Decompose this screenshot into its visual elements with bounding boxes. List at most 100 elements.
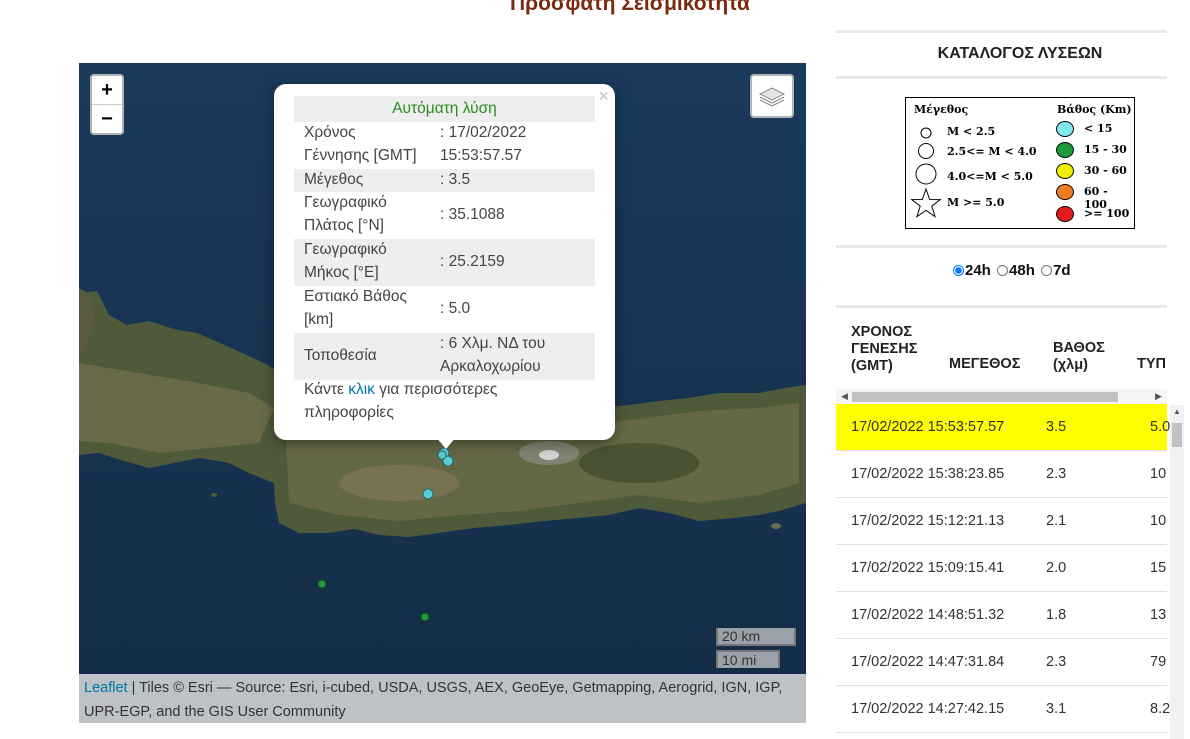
legend-magnitude-label: M >= 5.0 <box>947 196 1005 209</box>
event-popup: × Αυτόματη λύση Χρόνος Γέννησης [GMT] : 1… <box>274 84 615 440</box>
table-row[interactable]: 17/02/2022 14:47:31.84 2.3 79 <box>836 639 1167 686</box>
popup-value: Αρκαλοχωρίου <box>440 357 541 375</box>
radio-7d[interactable] <box>1041 265 1053 276</box>
popup-close-button[interactable]: × <box>598 86 609 107</box>
vertical-scrollbar[interactable]: ▲ <box>1170 405 1184 739</box>
legend-depth-dot <box>1056 163 1074 179</box>
scrollbar-thumb[interactable] <box>852 392 1118 402</box>
popup-key: Χρόνος <box>304 124 356 141</box>
cell-depth: 10 <box>1150 466 1167 482</box>
radio-48h[interactable] <box>997 265 1009 276</box>
period-label: 7d <box>1053 262 1071 279</box>
popup-value: 15:53:57.57 <box>440 146 522 164</box>
radio-24h[interactable] <box>953 265 964 276</box>
divider <box>836 305 1167 308</box>
event-marker[interactable] <box>422 488 434 500</box>
cell-time: 17/02/2022 15:09:15.41 <box>851 560 1005 576</box>
legend-magnitude-label: 4.0<=M < 5.0 <box>947 170 1033 183</box>
table-row[interactable]: 17/02/2022 15:53:57.57 3.5 5.0 <box>836 404 1171 451</box>
popup-row-depth: Εστιακό Βάθος [km] : 5.0 <box>294 286 595 333</box>
column-header-time[interactable]: ΧΡΟΝΟΣ ΓΕΝΕΣΗΣ (GMT) <box>851 324 931 375</box>
table-row[interactable]: 17/02/2022 15:12:21.13 2.1 10 <box>836 498 1167 545</box>
popup-key: Πλάτος [°N] <box>304 216 384 234</box>
page-title: Πρόσφατη Σεισμικότητα <box>510 0 750 15</box>
legend-large-circle <box>915 163 937 185</box>
map[interactable]: + − × Αυτόματη λύση Χρόνος Γέννησης [GMT]… <box>79 63 806 723</box>
popup-key: Τοποθεσία <box>304 347 377 364</box>
legend-depth-dot <box>1056 184 1074 200</box>
event-marker[interactable] <box>437 450 447 460</box>
popup-key: Μέγεθος <box>304 171 364 188</box>
legend-depth-dot <box>1056 206 1074 222</box>
scroll-right-icon[interactable]: ▶ <box>1155 389 1162 404</box>
table-row[interactable]: 17/02/2022 15:09:15.41 2.0 15 <box>836 545 1167 592</box>
zoom-control: + − <box>90 74 124 135</box>
table-row[interactable]: 17/02/2022 15:38:23.85 2.3 10 <box>836 451 1167 498</box>
layers-icon <box>758 87 786 107</box>
legend-star <box>910 187 942 218</box>
period-label: 48h <box>1009 262 1035 279</box>
legend-depth-label: 30 - 60 <box>1084 164 1127 177</box>
zoom-out-button[interactable]: − <box>92 105 122 133</box>
popup-key: Μήκος [°E] <box>304 263 379 281</box>
zoom-in-button[interactable]: + <box>92 76 122 105</box>
period-label: 24h <box>965 262 991 279</box>
popup-key: Γέννησης [GMT] <box>304 146 417 164</box>
legend-depth-label: < 15 <box>1084 122 1113 135</box>
cell-magnitude: 2.0 <box>1046 560 1067 576</box>
scrollbar-thumb[interactable] <box>1172 423 1182 447</box>
legend-depth-dot <box>1056 121 1074 137</box>
scroll-left-icon[interactable]: ◀ <box>841 389 848 404</box>
horizontal-scrollbar[interactable]: ◀ ▶ <box>836 389 1167 404</box>
legend-depth-label: >= 100 <box>1084 207 1130 220</box>
legend-depth-label: 15 - 30 <box>1084 143 1127 156</box>
divider <box>836 245 1167 248</box>
scroll-up-icon[interactable]: ▲ <box>1173 407 1181 416</box>
legend-magnitude-label: M < 2.5 <box>947 125 996 138</box>
cell-depth: 79 <box>1150 654 1167 670</box>
cell-time: 17/02/2022 15:38:23.85 <box>851 466 1005 482</box>
popup-value: : 17/02/2022 <box>440 124 527 141</box>
cell-depth: 5.0 <box>1150 419 1171 435</box>
cell-magnitude: 3.5 <box>1046 419 1067 435</box>
column-header-magnitude[interactable]: ΜΕΓΕΘΟΣ <box>949 356 1020 373</box>
cell-magnitude: 2.3 <box>1046 654 1067 670</box>
cell-depth: 10 <box>1150 513 1167 529</box>
cell-time: 17/02/2022 15:12:21.13 <box>851 513 1005 529</box>
popup-key: [km] <box>304 310 334 328</box>
event-marker[interactable] <box>420 612 430 622</box>
legend-depth-dot <box>1056 142 1074 158</box>
panel-title: ΚΑΤΑΛΟΓΟΣ ΛΥΣΕΩΝ <box>937 45 1103 62</box>
table-row[interactable]: 17/02/2022 14:27:42.15 3.1 8.2 <box>836 686 1171 733</box>
cell-depth: 8.2 <box>1150 701 1171 717</box>
leaflet-link[interactable]: Leaflet <box>84 680 128 696</box>
period-selector: 24h 48h 7d <box>951 262 1071 279</box>
legend-small-circle <box>920 127 932 139</box>
popup-value: : 6 Χλμ. ΝΔ του <box>440 335 546 352</box>
cell-time: 17/02/2022 14:47:31.84 <box>851 654 1005 670</box>
column-header-depth[interactable]: ΒΑΘΟΣ (χλμ) <box>1053 340 1123 374</box>
cell-depth: 15 <box>1150 560 1167 576</box>
table-row[interactable]: 17/02/2022 14:48:51.32 1.8 13 <box>836 592 1167 639</box>
event-marker[interactable] <box>317 579 327 589</box>
scale-km: 20 km <box>716 628 796 646</box>
popup-value: : 35.1088 <box>440 206 505 223</box>
popup-value: : 3.5 <box>440 171 471 188</box>
cell-magnitude: 2.1 <box>1046 513 1067 529</box>
cell-time: 17/02/2022 14:27:42.15 <box>851 701 1005 717</box>
popup-more-link[interactable]: κλικ <box>348 381 375 398</box>
layers-button[interactable] <box>750 74 794 118</box>
legend: Μέγεθος Βάθος (Km) M < 2.5 2.5<= M < 4.0… <box>905 97 1135 229</box>
cell-depth: 13 <box>1150 607 1167 623</box>
popup-header: Αυτόματη λύση <box>294 96 595 122</box>
map-attribution: Leaflet | Tiles © Esri — Source: Esri, i… <box>79 674 806 723</box>
legend-magnitude-label: 2.5<= M < 4.0 <box>947 145 1037 158</box>
cell-magnitude: 1.8 <box>1046 607 1067 623</box>
divider <box>836 76 1167 79</box>
popup-value: : 5.0 <box>440 300 471 317</box>
popup-row-time: Χρόνος Γέννησης [GMT] : 17/02/2022 15:53:5… <box>294 122 595 169</box>
attribution-text: | Tiles © Esri — Source: Esri, i-cubed, … <box>84 680 783 720</box>
legend-medium-circle <box>918 143 934 159</box>
popup-row-magnitude: Μέγεθος : 3.5 <box>294 169 595 192</box>
column-header-type[interactable]: ΤΥΠ <box>1137 356 1166 373</box>
